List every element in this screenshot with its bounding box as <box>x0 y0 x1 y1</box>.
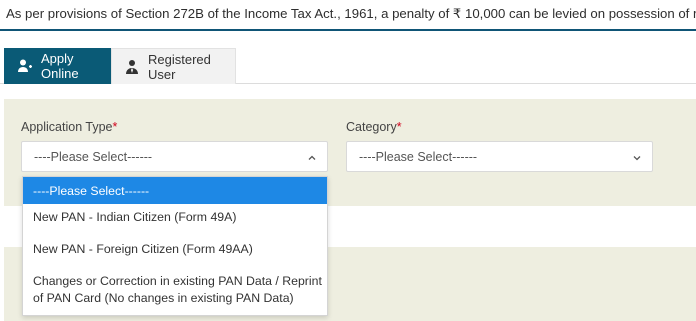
required-mark: * <box>396 120 402 134</box>
penalty-notice: As per provisions of Section 272B of the… <box>0 0 696 31</box>
category-label: Category* <box>346 120 402 134</box>
tab-apply-online[interactable]: Apply Online <box>4 48 111 84</box>
category-value: ----Please Select------ <box>359 150 478 164</box>
chevron-up-icon <box>307 152 317 162</box>
dropdown-option[interactable]: New PAN - Foreign Citizen (Form 49AA) <box>23 242 327 262</box>
tab-registered-user[interactable]: Registered User <box>111 48 236 84</box>
application-type-label-text: Application Type <box>21 120 113 134</box>
required-mark: * <box>112 120 118 134</box>
dropdown-option[interactable]: New PAN - Indian Citizen (Form 49A) <box>23 210 327 230</box>
user-tie-icon <box>124 59 140 75</box>
tab-apply-online-label: Apply Online <box>41 51 79 81</box>
tab-bar: Apply Online Registered User <box>0 48 696 84</box>
category-label-text: Category <box>346 120 397 134</box>
application-type-dropdown: ----Please Select------ New PAN - Indian… <box>22 176 328 316</box>
person-add-icon <box>17 58 33 74</box>
application-type-select[interactable]: ----Please Select------ <box>21 141 328 172</box>
tab-registered-user-label: Registered User <box>148 51 211 82</box>
application-type-label: Application Type* <box>21 120 117 134</box>
dropdown-option[interactable]: Changes or Correction in existing PAN Da… <box>23 273 323 313</box>
application-type-value: ----Please Select------ <box>34 150 153 164</box>
chevron-down-icon <box>632 152 642 162</box>
category-select[interactable]: ----Please Select------ <box>346 141 653 172</box>
dropdown-option[interactable]: ----Please Select------ <box>23 177 327 204</box>
